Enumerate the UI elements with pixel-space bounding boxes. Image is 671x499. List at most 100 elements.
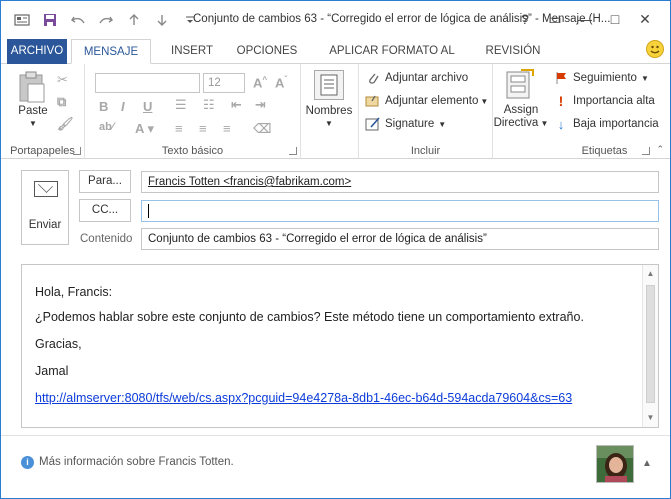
paste-button-label[interactable]: Paste <box>9 105 57 117</box>
group-directiva: Assign Directiva ▼ <box>493 64 549 159</box>
attach-item-dropdown-icon: ▼ <box>480 96 489 106</box>
copy-icon[interactable]: ⧉ <box>57 94 66 110</box>
font-color-icon[interactable]: A ▾ <box>135 121 154 137</box>
group-label-portapapeles: Portapapeles <box>10 145 75 157</box>
flag-icon <box>553 70 569 86</box>
send-button-label: Enviar <box>28 219 62 231</box>
ribbon-display-button[interactable]: ▭ <box>540 7 570 31</box>
nombres-dropdown-icon[interactable]: ▼ <box>301 119 357 128</box>
align-right-icon[interactable]: ≡ <box>223 121 231 136</box>
low-importance-button[interactable]: ↓ Baja importancia <box>553 116 659 132</box>
signature-label: Signature <box>385 118 435 130</box>
subject-field[interactable]: Conjunto de cambios 63 - “Corregido el e… <box>141 228 659 250</box>
send-envelope-icon <box>34 181 58 197</box>
paste-icon[interactable] <box>17 70 47 107</box>
format-painter-icon[interactable]: 🖌 <box>57 116 74 132</box>
bullets-icon[interactable]: ☰ <box>175 97 187 113</box>
body-greeting: Hola, Francis: <box>35 285 113 299</box>
assign-dropdown-icon: ▼ <box>538 119 549 128</box>
tab-opciones[interactable]: OPCIONES <box>231 39 303 64</box>
followup-button[interactable]: Seguimiento ▼ <box>553 70 649 86</box>
highlight-icon[interactable]: ab⁄ <box>99 121 114 133</box>
people-info-text[interactable]: Más información sobre Francis Totten. <box>39 456 234 468</box>
clear-formatting-icon[interactable]: ⌫ <box>253 121 271 137</box>
cc-field[interactable] <box>141 200 659 222</box>
body-scrollbar[interactable]: ▲ ▼ <box>642 265 658 427</box>
assign-policy-icon[interactable] <box>503 68 537 105</box>
grow-font-icon[interactable]: A^ <box>253 75 267 90</box>
assign-policy-label[interactable]: Assign Directiva ▼ <box>493 104 549 130</box>
address-book-icon[interactable] <box>314 70 344 100</box>
signature-dropdown-icon: ▼ <box>438 119 447 129</box>
decrease-indent-icon[interactable]: ⇤ <box>231 97 242 113</box>
low-importance-icon: ↓ <box>557 116 565 132</box>
group-nombres: Nombres ▼ <box>301 64 359 159</box>
signature-icon <box>365 116 381 132</box>
signature-button[interactable]: Signature ▼ <box>365 116 446 132</box>
cut-icon[interactable]: ✂ <box>57 72 68 88</box>
message-app-icon[interactable] <box>11 11 33 29</box>
tags-launcher-icon[interactable] <box>642 147 650 155</box>
save-icon[interactable] <box>39 11 61 29</box>
redo-icon[interactable] <box>95 11 117 29</box>
scroll-thumb[interactable] <box>646 285 655 403</box>
minimize-button[interactable]: — <box>570 7 600 31</box>
numbering-icon[interactable]: ☷ <box>203 97 215 113</box>
attach-item-label: Adjuntar elemento <box>385 95 479 107</box>
align-left-icon[interactable]: ≡ <box>175 121 183 136</box>
underline-icon[interactable]: U <box>143 99 152 114</box>
high-importance-button[interactable]: ! Importancia alta <box>553 93 655 109</box>
scroll-up-icon[interactable]: ▲ <box>643 267 658 281</box>
tab-archivo[interactable]: ARCHIVO <box>7 39 67 64</box>
changeset-link[interactable]: http://almserver:8080/tfs/web/cs.aspx?pc… <box>35 391 572 405</box>
italic-icon[interactable]: I <box>121 99 125 114</box>
title-bar: Conjunto de cambios 63 - “Corregido el e… <box>1 1 670 37</box>
attach-item-icon <box>365 93 381 109</box>
attach-item-button[interactable]: Adjuntar elemento ▼ <box>365 93 488 109</box>
contact-avatar[interactable] <box>596 445 634 483</box>
feedback-smiley-icon[interactable] <box>646 40 664 58</box>
font-size-combo[interactable]: 12 <box>203 73 245 93</box>
help-button[interactable]: ? <box>510 7 540 31</box>
up-arrow-icon[interactable] <box>123 11 145 29</box>
shrink-font-icon[interactable]: Aˇ <box>275 75 287 90</box>
tab-revision[interactable]: REVISIÓN <box>481 39 545 64</box>
close-button[interactable]: ✕ <box>630 7 660 31</box>
followup-dropdown-icon: ▼ <box>640 73 649 83</box>
group-texto-basico: 12 A^ Aˇ B I U ☰ ☷ ⇤ ⇥ ab⁄ A ▾ ≡ ≡ ≡ ⌫ T… <box>85 64 301 159</box>
to-recipient[interactable]: Francis Totten <francis@fabrikam.com> <box>148 176 351 188</box>
scroll-down-icon[interactable]: ▼ <box>643 411 658 425</box>
people-pane-toggle-icon[interactable]: ▲ <box>642 458 652 469</box>
body-paragraph: ¿Podemos hablar sobre este conjunto de c… <box>35 310 584 324</box>
align-center-icon[interactable]: ≡ <box>199 121 207 136</box>
font-name-combo[interactable] <box>95 73 200 93</box>
down-arrow-icon[interactable] <box>151 11 173 29</box>
collapse-ribbon-icon[interactable]: ⌃ <box>656 144 664 155</box>
basic-text-launcher-icon[interactable] <box>289 147 297 155</box>
group-incluir: Adjuntar archivo Adjuntar elemento ▼ Sig… <box>359 64 493 159</box>
to-button[interactable]: Para... <box>79 170 131 193</box>
tab-mensaje[interactable]: MENSAJE <box>71 39 151 64</box>
nombres-button-label[interactable]: Nombres <box>301 105 357 117</box>
body-signature: Jamal <box>35 364 69 378</box>
clipboard-launcher-icon[interactable] <box>73 147 81 155</box>
low-importance-label: Baja importancia <box>573 118 659 130</box>
send-button[interactable]: Enviar <box>21 170 69 245</box>
assign-label-line2: Directiva <box>493 117 539 129</box>
high-importance-icon: ! <box>558 93 564 109</box>
assign-label-line1: Assign <box>503 104 539 116</box>
group-portapapeles: Paste ▼ ✂ ⧉ 🖌 Portapapeles <box>1 64 85 159</box>
cc-button[interactable]: CC... <box>79 199 131 222</box>
to-field[interactable]: Francis Totten <francis@fabrikam.com> <box>141 171 659 193</box>
increase-indent-icon[interactable]: ⇥ <box>255 97 266 113</box>
undo-icon[interactable] <box>67 11 89 29</box>
paste-dropdown-icon[interactable]: ▼ <box>9 119 57 128</box>
group-label-incluir: Incluir <box>410 145 441 157</box>
maximize-button[interactable]: □ <box>600 7 630 31</box>
tab-aplicar-formato[interactable]: APLICAR FORMATO AL TEXTO <box>309 39 475 82</box>
attach-file-label: Adjuntar archivo <box>385 72 469 84</box>
attach-file-button[interactable]: Adjuntar archivo <box>365 70 468 86</box>
tab-insert[interactable]: INSERT <box>161 39 223 64</box>
message-body[interactable]: Hola, Francis: ¿Podemos hablar sobre est… <box>21 264 659 428</box>
bold-icon[interactable]: B <box>99 99 108 114</box>
